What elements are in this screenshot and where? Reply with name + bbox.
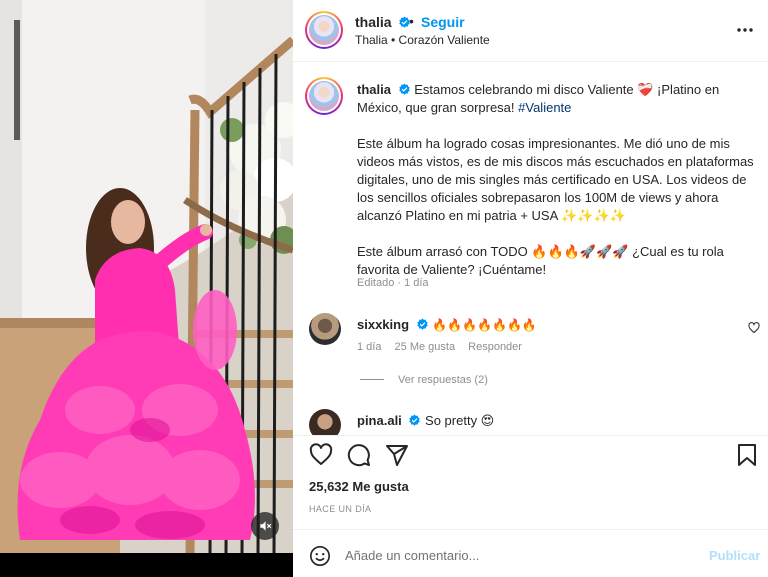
post-header: thalia • Seguir Thalia • Corazón Valient… [293, 0, 768, 62]
comment-avatar[interactable] [309, 409, 341, 435]
comment-heart-icon[interactable] [748, 322, 760, 334]
reply-button[interactable]: Responder [468, 341, 522, 353]
caption-avatar[interactable] [305, 77, 343, 115]
view-replies-label: Ver respuestas (2) [398, 374, 488, 386]
caption-meta: Editado · 1 día [357, 277, 429, 289]
follow-button[interactable]: Seguir [421, 14, 465, 30]
comment-body: So pretty 😍 [425, 413, 495, 428]
likes-count[interactable]: 25,632 Me gusta [309, 479, 409, 494]
comment-username[interactable]: sixxking [357, 317, 409, 332]
post-subtitle[interactable]: Thalia • Corazón Valiente [355, 33, 490, 47]
comment-likes[interactable]: 25 Me gusta [395, 341, 456, 353]
comment-time: 1 día [357, 341, 382, 353]
comment-body: 🔥🔥🔥🔥🔥🔥🔥 [432, 318, 537, 332]
share-icon[interactable] [385, 443, 409, 467]
heart-icon[interactable] [309, 443, 333, 467]
caption-hashtag[interactable]: #Valiente [518, 100, 571, 115]
mute-button[interactable] [251, 512, 279, 540]
replies-divider [360, 379, 384, 380]
verified-badge-icon [398, 83, 410, 95]
caption-paragraph-2: Este álbum ha logrado cosas impresionant… [357, 136, 754, 223]
author-username[interactable]: thalia [355, 14, 392, 30]
comments-section[interactable]: thalia Estamos celebrando mi disco Valie… [293, 63, 768, 435]
mute-icon [260, 521, 272, 531]
caption-username[interactable]: thalia [357, 82, 391, 97]
verified-badge-icon [416, 318, 428, 330]
save-icon[interactable] [736, 443, 758, 467]
comment-text: sixxking 🔥🔥🔥🔥🔥🔥🔥 [357, 316, 537, 334]
view-replies-button[interactable]: Ver respuestas (2) [360, 374, 488, 386]
verified-badge-icon [409, 414, 421, 426]
header-separator: • [409, 13, 414, 29]
publish-button[interactable]: Publicar [709, 548, 760, 563]
post-media[interactable] [0, 0, 293, 577]
comment-meta: 1 día 25 Me gusta Responder [357, 341, 532, 353]
comment-icon[interactable] [347, 443, 371, 467]
author-avatar[interactable] [305, 11, 343, 49]
comment-input[interactable] [345, 544, 685, 566]
comment-username[interactable]: pina.ali [357, 413, 402, 428]
post-time: HACE UN DÍA [309, 504, 372, 514]
comment-text: pina.ali So pretty 😍 [357, 412, 494, 430]
post-video[interactable] [0, 0, 293, 553]
comment-avatar[interactable] [309, 313, 341, 345]
emoji-icon[interactable] [309, 545, 331, 567]
author-username-line[interactable]: thalia [355, 14, 411, 30]
post-caption: thalia Estamos celebrando mi disco Valie… [357, 81, 755, 297]
post-panel: thalia • Seguir Thalia • Corazón Valient… [293, 0, 768, 577]
action-bar: 25,632 Me gusta HACE UN DÍA [293, 435, 768, 529]
caption-paragraph-3: Este álbum arrasó con TODO 🔥🔥🔥🚀🚀🚀 ¿Cual … [357, 244, 724, 277]
comment-composer: Publicar [293, 529, 768, 577]
more-options-icon[interactable] [736, 27, 754, 33]
